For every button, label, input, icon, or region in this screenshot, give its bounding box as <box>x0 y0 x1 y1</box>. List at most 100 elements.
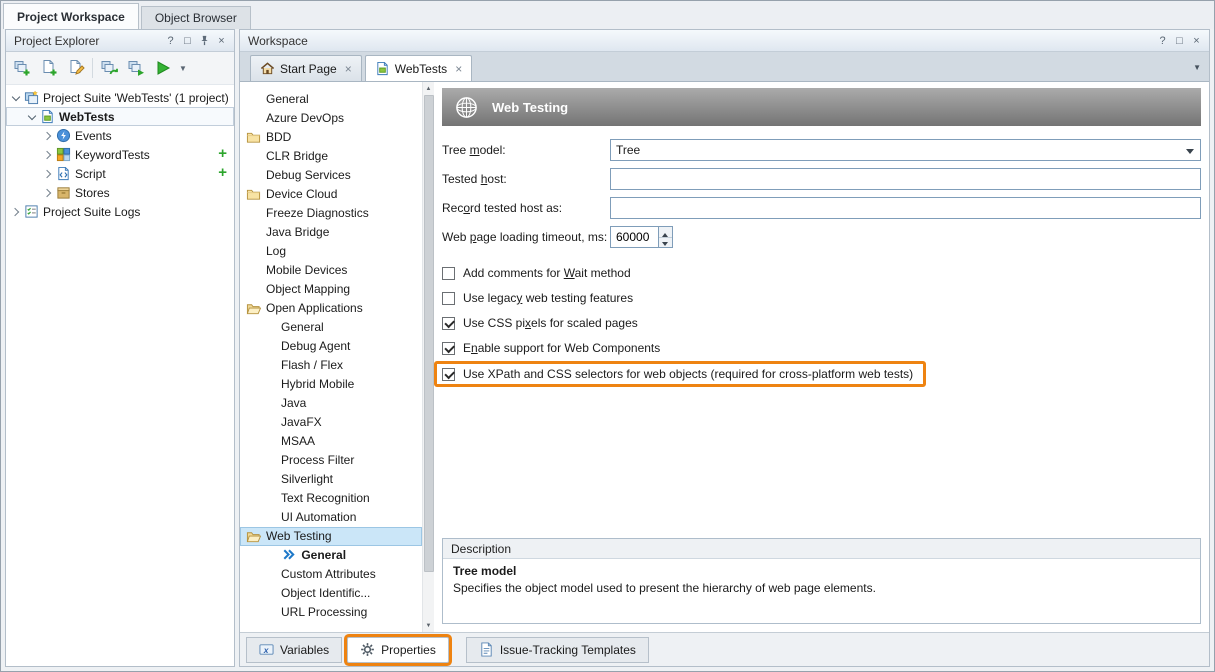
bottom-tab[interactable]: x Variables <box>246 637 342 663</box>
tb-new-suite-icon[interactable] <box>9 55 35 81</box>
options-item[interactable]: URL Processing <box>240 603 422 622</box>
expander-chevron[interactable] <box>26 111 38 123</box>
tree-row[interactable]: Project Suite 'WebTests' (1 project) <box>6 88 234 107</box>
options-item-label: Silverlight <box>281 472 333 486</box>
checkbox-row[interactable]: Use XPath and CSS selectors for web obje… <box>434 361 926 387</box>
close-button[interactable]: × <box>1188 33 1205 49</box>
document-tab[interactable]: WebTests × <box>365 55 472 81</box>
checkbox[interactable] <box>442 267 455 280</box>
options-item-label: Device Cloud <box>266 187 337 201</box>
record-tested-host-input[interactable] <box>610 197 1201 219</box>
tb-run-icon[interactable] <box>150 55 176 81</box>
checkbox-row[interactable]: Use CSS pixels for scaled pages <box>442 314 638 332</box>
run-options-dropdown[interactable]: ▼ <box>177 64 189 73</box>
spin-up-button[interactable] <box>659 227 672 238</box>
maximize-button[interactable]: □ <box>179 33 196 49</box>
options-item[interactable]: MSAA <box>240 432 422 451</box>
options-item-label: Flash / Flex <box>281 358 343 372</box>
checkbox-row[interactable]: Enable support for Web Components <box>442 339 660 357</box>
checkbox-row[interactable]: Use legacy web testing features <box>442 289 633 307</box>
maximize-button[interactable]: □ <box>1171 33 1188 49</box>
options-item[interactable]: Device Cloud <box>240 185 422 204</box>
options-item[interactable]: Process Filter <box>240 451 422 470</box>
options-item[interactable]: Open Applications <box>240 299 422 318</box>
options-item[interactable]: CLR Bridge <box>240 147 422 166</box>
tb-run-test-icon[interactable] <box>123 55 149 81</box>
options-item[interactable]: Flash / Flex <box>240 356 422 375</box>
options-item[interactable]: UI Automation <box>240 508 422 527</box>
options-item[interactable]: General <box>240 318 422 337</box>
close-tab-icon[interactable]: × <box>345 62 352 76</box>
tb-new-item-icon[interactable] <box>36 55 62 81</box>
options-item-label: Object Mapping <box>266 282 350 296</box>
options-item-label: Hybrid Mobile <box>281 377 354 391</box>
expander-chevron[interactable] <box>42 149 54 161</box>
tb-edit-icon[interactable] <box>63 55 89 81</box>
options-item[interactable]: General <box>240 90 422 109</box>
close-button[interactable]: × <box>213 33 230 49</box>
tab-list-dropdown[interactable]: ▼ <box>1193 63 1201 72</box>
document-tab[interactable]: Start Page × <box>250 55 362 81</box>
options-scrollbar[interactable]: ▲ ▼ <box>422 82 434 632</box>
options-item-label: MSAA <box>281 434 315 448</box>
script-icon <box>56 166 71 181</box>
top-tab[interactable]: Project Workspace <box>3 3 139 29</box>
bottom-tab[interactable]: Issue-Tracking Templates <box>466 637 649 663</box>
globe-icon <box>454 95 479 120</box>
options-item[interactable]: Freeze Diagnostics <box>240 204 422 223</box>
checkbox-label: Enable support for Web Components <box>463 341 660 355</box>
expander-chevron[interactable] <box>42 168 54 180</box>
tree-model-select[interactable]: Tree <box>610 139 1201 161</box>
options-item[interactable]: Object Identific... <box>240 584 422 603</box>
options-item[interactable]: JavaFX <box>240 413 422 432</box>
tree-row[interactable]: Script <box>6 164 234 183</box>
options-item[interactable]: Debug Services <box>240 166 422 185</box>
tree-row[interactable]: WebTests <box>6 107 234 126</box>
tested-host-input[interactable] <box>610 168 1201 190</box>
tree-row[interactable]: Project Suite Logs <box>6 202 234 221</box>
spin-down-button[interactable] <box>659 238 672 248</box>
options-item[interactable]: Object Mapping <box>240 280 422 299</box>
options-item[interactable]: Text Recognition <box>240 489 422 508</box>
options-item-label: General <box>301 548 346 562</box>
options-item-label: Java Bridge <box>266 225 329 239</box>
options-item[interactable]: Silverlight <box>240 470 422 489</box>
checkbox[interactable] <box>442 342 455 355</box>
checkbox[interactable] <box>442 317 455 330</box>
expander-chevron[interactable] <box>42 187 54 199</box>
options-item[interactable]: Web Testing <box>240 527 422 546</box>
tree-row[interactable]: Events <box>6 126 234 145</box>
pin-icon[interactable] <box>196 33 213 49</box>
options-item[interactable]: Debug Agent <box>240 337 422 356</box>
scroll-up-button[interactable]: ▲ <box>423 82 435 95</box>
options-item[interactable]: Java <box>240 394 422 413</box>
options-item[interactable]: General <box>240 546 422 565</box>
tb-organize-icon[interactable] <box>96 55 122 81</box>
bottom-tab[interactable]: Properties <box>347 637 449 663</box>
close-tab-icon[interactable]: × <box>455 62 462 76</box>
page-loading-timeout-input[interactable] <box>610 226 658 248</box>
scrollbar-track[interactable] <box>423 95 435 619</box>
scrollbar-thumb[interactable] <box>424 95 434 572</box>
top-tab[interactable]: Object Browser <box>141 6 251 29</box>
help-button[interactable]: ? <box>162 33 179 49</box>
variables-icon: x <box>259 642 274 657</box>
options-item[interactable]: Hybrid Mobile <box>240 375 422 394</box>
options-item[interactable]: Custom Attributes <box>240 565 422 584</box>
scroll-down-button[interactable]: ▼ <box>423 619 435 632</box>
expander-chevron[interactable] <box>10 92 22 104</box>
checkbox-row[interactable]: Add comments for Wait method <box>442 264 631 282</box>
help-button[interactable]: ? <box>1154 33 1171 49</box>
checkbox-label: Use CSS pixels for scaled pages <box>463 316 638 330</box>
tree-row[interactable]: KeywordTests <box>6 145 234 164</box>
options-item[interactable]: Azure DevOps <box>240 109 422 128</box>
checkbox[interactable] <box>442 368 455 381</box>
expander-chevron[interactable] <box>42 130 54 142</box>
options-item[interactable]: Log <box>240 242 422 261</box>
options-item[interactable]: Mobile Devices <box>240 261 422 280</box>
options-item[interactable]: BDD <box>240 128 422 147</box>
options-item[interactable]: Java Bridge <box>240 223 422 242</box>
tree-row[interactable]: Stores <box>6 183 234 202</box>
expander-chevron[interactable] <box>10 206 22 218</box>
checkbox[interactable] <box>442 292 455 305</box>
